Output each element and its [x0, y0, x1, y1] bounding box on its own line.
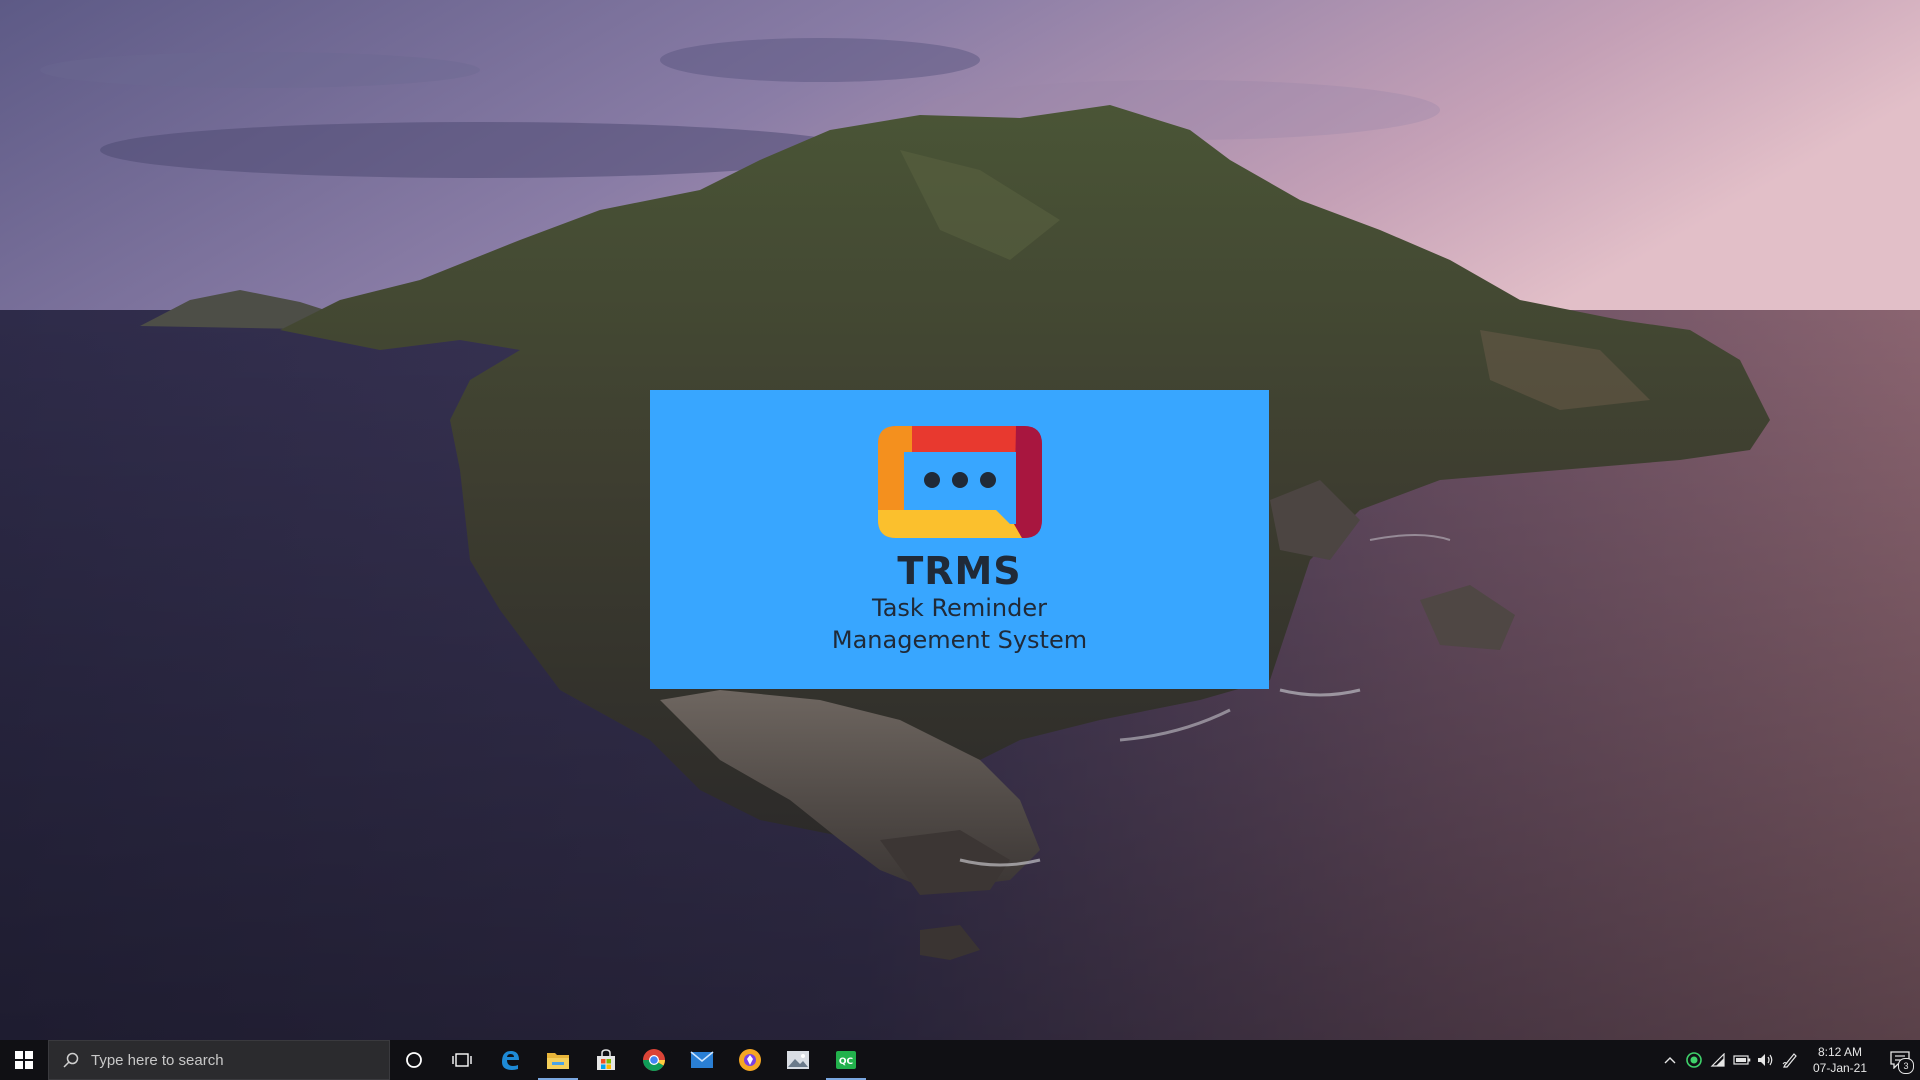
mail-button[interactable] — [678, 1040, 726, 1080]
volume-button[interactable] — [1754, 1040, 1778, 1080]
windows-logo-icon — [15, 1051, 33, 1069]
tray-status-button[interactable] — [1682, 1040, 1706, 1080]
mail-icon — [690, 1051, 714, 1068]
file-explorer-button[interactable] — [534, 1040, 582, 1080]
chrome-button[interactable] — [630, 1040, 678, 1080]
start-button[interactable] — [0, 1040, 48, 1080]
clock-date: 07-Jan-21 — [1812, 1061, 1868, 1075]
network-button[interactable] — [1706, 1040, 1730, 1080]
battery-icon — [1733, 1055, 1751, 1065]
taskbar-clock[interactable]: 8:12 AM 07-Jan-21 — [1808, 1044, 1872, 1076]
photos-button[interactable] — [774, 1040, 822, 1080]
photos-icon — [787, 1051, 809, 1069]
show-hidden-icons-button[interactable] — [1658, 1040, 1682, 1080]
edge-icon — [502, 1051, 519, 1070]
green-status-icon — [1686, 1052, 1702, 1068]
app-subtitle-line2: Management System — [831, 626, 1088, 654]
battery-button[interactable] — [1730, 1040, 1754, 1080]
edge-button[interactable] — [486, 1040, 534, 1080]
cortana-icon — [406, 1052, 422, 1068]
store-button[interactable] — [582, 1040, 630, 1080]
app-title: TRMS — [897, 549, 1022, 593]
speaker-icon — [1758, 1054, 1773, 1066]
pen-workspace-button[interactable] — [1778, 1040, 1802, 1080]
file-explorer-icon — [547, 1053, 569, 1069]
task-view-button[interactable] — [438, 1040, 486, 1080]
qc-app-icon: QC — [836, 1051, 856, 1069]
cortana-button[interactable] — [390, 1040, 438, 1080]
notification-count-badge: 3 — [1898, 1058, 1914, 1074]
chrome-icon — [643, 1049, 665, 1071]
pen-icon — [1782, 1053, 1797, 1068]
search-icon — [63, 1052, 79, 1068]
brave-icon — [739, 1049, 761, 1071]
taskbar: Type here to search QC 8:12 AM 07-Jan-21… — [0, 1040, 1920, 1080]
qc-app-button[interactable]: QC — [822, 1040, 870, 1080]
system-tray: 8:12 AM 07-Jan-21 3 — [1658, 1040, 1920, 1080]
task-view-icon — [452, 1053, 472, 1067]
chevron-up-icon — [1664, 1057, 1676, 1064]
action-center-button[interactable]: 3 — [1880, 1040, 1920, 1080]
svg-text:QC: QC — [839, 1057, 854, 1067]
splash-window: TRMS Task Reminder Management System — [650, 390, 1269, 689]
store-icon — [597, 1049, 615, 1070]
trms-logo-icon — [876, 424, 1044, 540]
app-subtitle-line1: Task Reminder — [872, 594, 1047, 622]
taskbar-search-box[interactable]: Type here to search — [48, 1040, 390, 1080]
search-placeholder: Type here to search — [91, 1051, 224, 1069]
brave-button[interactable] — [726, 1040, 774, 1080]
clock-time: 8:12 AM — [1817, 1045, 1863, 1059]
wifi-icon — [1710, 1053, 1725, 1067]
